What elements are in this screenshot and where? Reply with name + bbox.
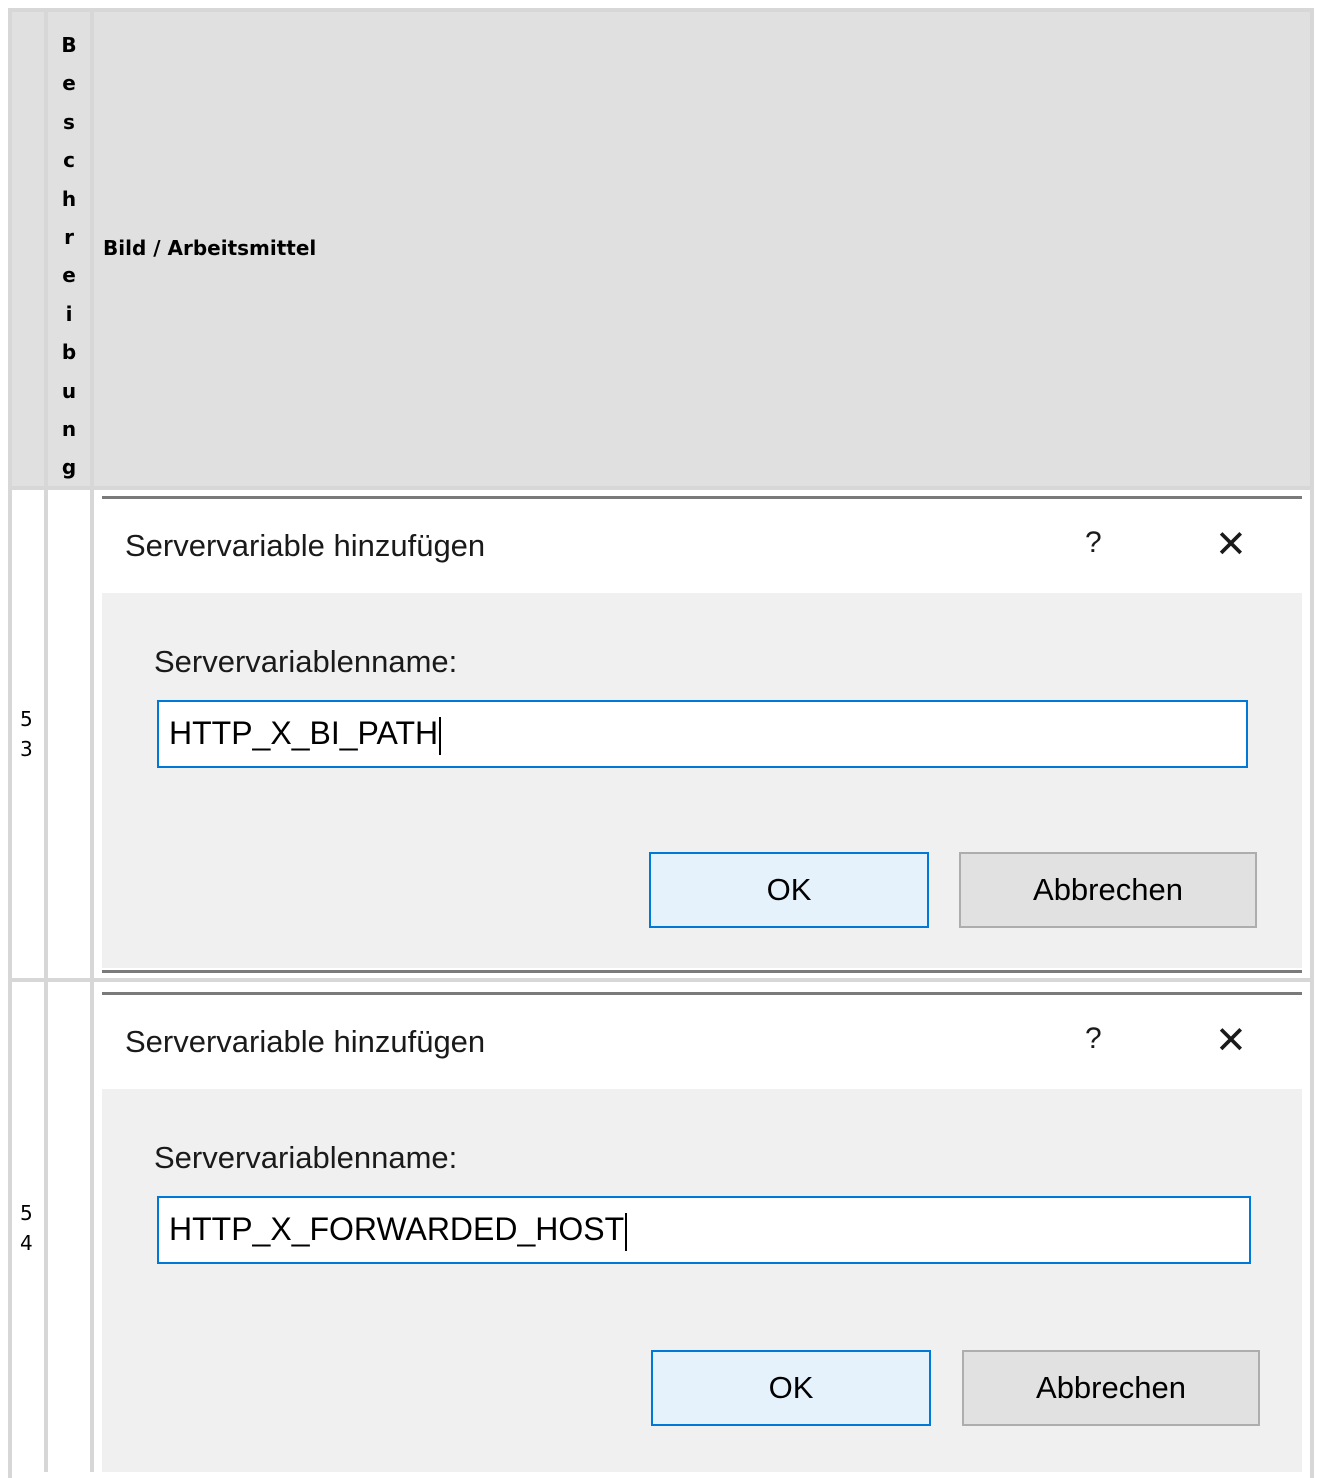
dialog-border: [102, 496, 1302, 499]
column-divider: [90, 12, 94, 1472]
add-server-variable-dialog: Servervariable hinzufügen ? ✕ Servervari…: [102, 992, 1302, 1472]
add-server-variable-dialog: Servervariable hinzufügen ? ✕ Servervari…: [102, 496, 1302, 974]
dialog-border: [102, 970, 1302, 973]
ok-button[interactable]: OK: [649, 852, 929, 928]
dialog-border: [102, 992, 1302, 995]
dialog-title: Servervariable hinzufügen: [125, 1024, 486, 1059]
column-divider: [44, 12, 48, 1472]
server-variable-name-input[interactable]: HTTP_X_FORWARDED_HOST: [157, 1196, 1251, 1264]
help-button[interactable]: ?: [1085, 1022, 1102, 1056]
cancel-button[interactable]: Abbrechen: [959, 852, 1257, 928]
help-button[interactable]: ?: [1085, 526, 1102, 560]
header-description-label: Beschreibung: [61, 33, 77, 480]
close-icon[interactable]: ✕: [1215, 1018, 1247, 1063]
row-divider: [12, 486, 1310, 490]
cancel-button[interactable]: Abbrechen: [962, 1350, 1260, 1426]
row-divider: [12, 978, 1310, 982]
close-icon[interactable]: ✕: [1215, 522, 1247, 567]
ok-button[interactable]: OK: [651, 1350, 931, 1426]
text-caret: [439, 716, 442, 755]
dialog-title: Servervariable hinzufügen: [125, 528, 486, 563]
server-variable-name-label: Servervariablenname:: [154, 1140, 458, 1175]
server-variable-name-input[interactable]: HTTP_X_BI_PATH: [157, 700, 1248, 768]
row-number: 54: [20, 1201, 33, 1255]
header-image-label: Bild / Arbeitsmittel: [103, 236, 317, 260]
text-caret: [625, 1212, 628, 1251]
row-number: 53: [20, 707, 33, 761]
header-cell-number: [12, 12, 44, 486]
server-variable-name-label: Servervariablenname:: [154, 644, 458, 679]
